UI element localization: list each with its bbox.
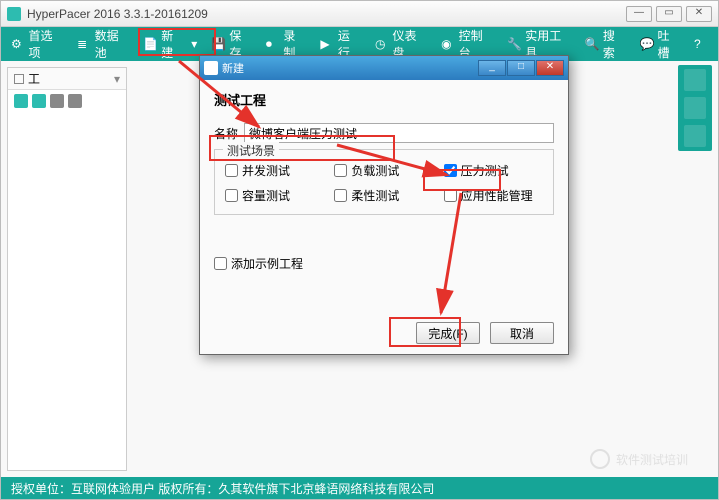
status-text: 授权单位：互联网体验用户 版权所有：久其软件旗下北京蜂语网络科技有限公司 — [11, 480, 434, 497]
side-tool-list[interactable] — [684, 97, 706, 119]
app-icon — [7, 7, 21, 21]
check-apm[interactable]: 应用性能管理 — [444, 187, 543, 204]
add-example-label: 添加示例工程 — [231, 255, 303, 272]
checkbox-concurrent[interactable] — [225, 164, 238, 177]
dialog-footer: 完成(F) 取消 — [416, 322, 554, 344]
panel-header: 工 ▾ — [8, 68, 126, 90]
watermark: 软件测试培训 — [590, 449, 688, 469]
dialog-window-controls: _ □ ✕ — [478, 60, 564, 76]
search-icon: 🔍 — [585, 37, 599, 51]
check-pressure[interactable]: 压力测试 — [444, 162, 543, 179]
dialog-icon — [204, 61, 218, 75]
wrench-icon: 🔧 — [507, 37, 521, 51]
finish-button[interactable]: 完成(F) — [416, 322, 480, 344]
side-toolbar — [678, 65, 712, 151]
chat-icon: 💬 — [639, 37, 653, 51]
play-icon: ▶ — [320, 37, 333, 51]
checkbox-add-example[interactable] — [214, 257, 227, 270]
toolbar-help[interactable]: ? — [688, 33, 714, 55]
toolbar-new[interactable]: 📄新建▾ — [137, 23, 203, 65]
dialog-maximize[interactable]: □ — [507, 60, 535, 76]
help-icon: ? — [694, 37, 708, 51]
gear-icon: ⚙ — [11, 37, 24, 51]
minimize-button[interactable]: — — [626, 6, 652, 22]
scene-legend: 测试场景 — [223, 142, 279, 159]
new-dialog: 新建 _ □ ✕ 测试工程 名称 测试场景 并发测试 负载测试 压力测试 容量测… — [199, 55, 569, 355]
app-title: HyperPacer 2016 3.3.1-20161209 — [27, 7, 626, 21]
record-icon: ⏺ — [266, 37, 279, 51]
side-tool-edit[interactable] — [684, 69, 706, 91]
check-flex[interactable]: 柔性测试 — [334, 187, 433, 204]
checkbox-flex[interactable] — [334, 189, 347, 202]
panel-tool-2[interactable] — [32, 94, 46, 108]
save-icon: 💾 — [211, 37, 225, 51]
checkbox-load[interactable] — [334, 164, 347, 177]
name-row: 名称 — [214, 123, 554, 143]
console-icon: ◉ — [441, 37, 454, 51]
checkbox-capacity[interactable] — [225, 189, 238, 202]
close-button[interactable]: ✕ — [686, 6, 712, 22]
file-icon: 📄 — [143, 37, 157, 51]
cancel-button[interactable]: 取消 — [490, 322, 554, 344]
watermark-text: 软件测试培训 — [616, 451, 688, 468]
name-label: 名称 — [214, 125, 238, 142]
toolbar-preferences[interactable]: ⚙首选项 — [5, 23, 69, 65]
watermark-icon — [590, 449, 610, 469]
panel-tool-1[interactable] — [14, 94, 28, 108]
statusbar: 授权单位：互联网体验用户 版权所有：久其软件旗下北京蜂语网络科技有限公司 — [1, 477, 718, 499]
dialog-body: 测试工程 名称 测试场景 并发测试 负载测试 压力测试 容量测试 柔性测试 应用… — [200, 80, 568, 278]
check-capacity[interactable]: 容量测试 — [225, 187, 324, 204]
check-concurrent[interactable]: 并发测试 — [225, 162, 324, 179]
toolbar-search[interactable]: 🔍搜索 — [579, 23, 632, 65]
dialog-title: 新建 — [222, 60, 478, 76]
gauge-icon: ◷ — [375, 37, 388, 51]
checkbox-pressure[interactable] — [444, 164, 457, 177]
chevron-down-icon: ▾ — [191, 37, 197, 51]
dialog-heading: 测试工程 — [214, 86, 554, 117]
left-panel: 工 ▾ — [7, 67, 127, 471]
dialog-close[interactable]: ✕ — [536, 60, 564, 76]
scene-fieldset: 测试场景 并发测试 负载测试 压力测试 容量测试 柔性测试 应用性能管理 — [214, 149, 554, 215]
name-input[interactable] — [244, 123, 554, 143]
panel-menu-icon[interactable]: ▾ — [114, 72, 120, 86]
checkbox-apm[interactable] — [444, 189, 457, 202]
dialog-titlebar[interactable]: 新建 _ □ ✕ — [200, 56, 568, 80]
scene-grid: 并发测试 负载测试 压力测试 容量测试 柔性测试 应用性能管理 — [225, 162, 543, 204]
dialog-minimize[interactable]: _ — [478, 60, 506, 76]
check-load[interactable]: 负载测试 — [334, 162, 433, 179]
panel-tool-4[interactable] — [68, 94, 82, 108]
panel-toolbar — [8, 90, 126, 112]
add-example-row[interactable]: 添加示例工程 — [214, 255, 554, 272]
side-tool-chart[interactable] — [684, 125, 706, 147]
database-icon: ≣ — [77, 37, 90, 51]
window-controls: — ▭ ✕ — [626, 6, 712, 22]
toolbar-feedback[interactable]: 💬吐槽 — [633, 23, 686, 65]
panel-title: 工 — [28, 70, 40, 87]
maximize-button[interactable]: ▭ — [656, 6, 682, 22]
main-window: HyperPacer 2016 3.3.1-20161209 — ▭ ✕ ⚙首选… — [0, 0, 719, 500]
panel-tool-3[interactable] — [50, 94, 64, 108]
toolbar-datapool[interactable]: ≣数据池 — [71, 23, 135, 65]
panel-icon — [14, 74, 24, 84]
